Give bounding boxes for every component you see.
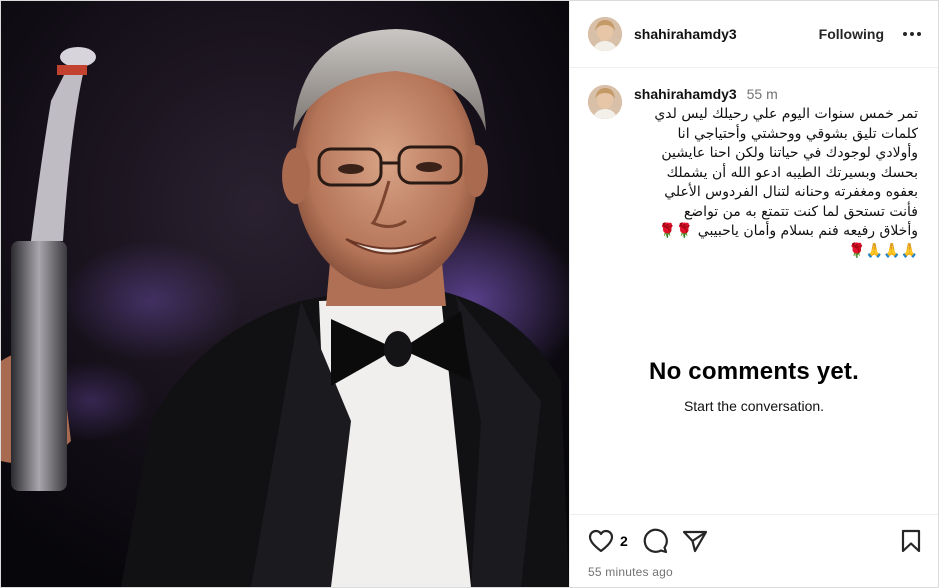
comment-bubble-icon[interactable] bbox=[642, 528, 668, 554]
empty-comments-subtitle: Start the conversation. bbox=[683, 398, 825, 414]
caption-avatar[interactable] bbox=[588, 85, 622, 119]
caption-text: تمر خمس سنوات اليوم علي رحيلك ليس لدي كل… bbox=[634, 105, 920, 261]
caption-meta: shahirahamdy3 55 m bbox=[634, 85, 920, 103]
post-actions-section: 2 55 minutes ago bbox=[570, 514, 938, 587]
empty-comments-title: No comments yet. bbox=[649, 358, 859, 385]
caption: shahirahamdy3 55 m تمر خمس سنوات اليوم ع… bbox=[588, 85, 920, 261]
avatar-image bbox=[588, 17, 622, 51]
caption-line: كلمات تليق بشوقي ووحشتي وأحتياجي انا bbox=[677, 125, 918, 142]
header-username[interactable]: shahirahamdy3 bbox=[634, 26, 737, 42]
share-paper-plane-icon[interactable] bbox=[682, 529, 708, 553]
post-actions: 2 bbox=[588, 515, 922, 567]
caption-avatar-image bbox=[588, 85, 622, 119]
caption-username[interactable]: shahirahamdy3 bbox=[634, 86, 737, 102]
post-photo-illustration bbox=[1, 1, 569, 587]
caption-and-comments: shahirahamdy3 55 m تمر خمس سنوات اليوم ع… bbox=[570, 68, 938, 514]
caption-line: 🙏🙏🙏🌹 bbox=[848, 242, 918, 259]
caption-line: فأنت تستحق لما كنت تتمتع به من تواضع bbox=[683, 203, 918, 220]
post-header: shahirahamdy3 Following bbox=[570, 1, 938, 68]
like-count[interactable]: 2 bbox=[620, 533, 628, 549]
caption-line: بعفوه ومغفرته وحنانه لتنال الفردوس الأعل… bbox=[664, 184, 918, 200]
caption-line: تمر خمس سنوات اليوم علي رحيلك ليس لدي bbox=[654, 106, 918, 122]
post-dialog: shahirahamdy3 Following shahirahamdy3 55… bbox=[0, 0, 939, 588]
posted-time[interactable]: 55 minutes ago bbox=[588, 565, 673, 579]
caption-line: وأخلاق رفيعه فنم بسلام وأمان ياحبيبي 🌹🌹 bbox=[658, 223, 918, 239]
post-image[interactable] bbox=[1, 1, 569, 587]
avatar[interactable] bbox=[588, 17, 622, 51]
caption-time[interactable]: 55 m bbox=[747, 86, 778, 102]
caption-line: وأولادي لوجودك في حياتنا ولكن احنا عايشي… bbox=[661, 145, 918, 161]
more-options-icon[interactable] bbox=[902, 24, 922, 44]
empty-comments: No comments yet. Start the conversation. bbox=[570, 358, 938, 414]
caption-body: shahirahamdy3 55 m تمر خمس سنوات اليوم ع… bbox=[634, 85, 920, 261]
post-side-panel: shahirahamdy3 Following shahirahamdy3 55… bbox=[569, 1, 938, 587]
heart-icon[interactable] bbox=[588, 529, 614, 553]
following-button[interactable]: Following bbox=[819, 26, 884, 42]
caption-line: بحسك وبسيرتك الطيبه ادعو الله أن يشملك bbox=[666, 164, 918, 181]
bookmark-icon[interactable] bbox=[900, 529, 922, 553]
